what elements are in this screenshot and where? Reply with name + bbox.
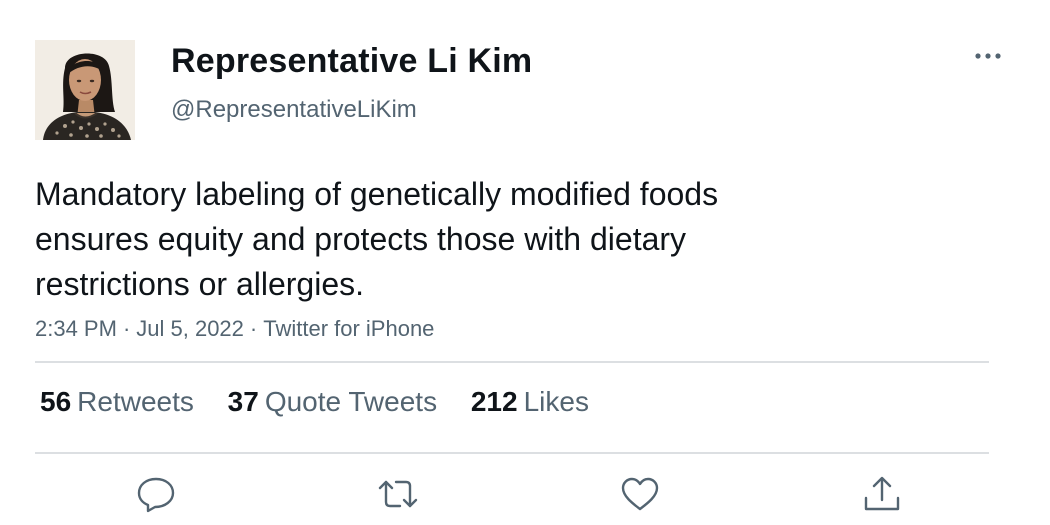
tweet-date[interactable]: Jul 5, 2022	[136, 316, 244, 341]
reply-icon	[137, 477, 175, 513]
quote-tweets-label: Quote Tweets	[264, 386, 438, 417]
meta-separator: ·	[122, 316, 131, 341]
retweets-count: 56	[40, 386, 72, 417]
divider-bottom	[35, 452, 989, 454]
retweets-label: Retweets	[77, 386, 194, 417]
author-display-name[interactable]: Representative Li Kim	[171, 42, 532, 81]
avatar[interactable]	[35, 40, 135, 140]
like-button[interactable]	[618, 474, 662, 514]
tweet-text: Mandatory labeling of genetically modifi…	[35, 176, 719, 302]
likes-stat[interactable]: 212 Likes	[471, 386, 589, 418]
more-options-button[interactable]	[970, 42, 1006, 70]
retweet-icon	[378, 480, 418, 508]
author-handle[interactable]: @RepresentativeLiKim	[171, 96, 417, 124]
retweet-button[interactable]	[376, 474, 420, 514]
tweet-source[interactable]: Twitter for iPhone	[263, 316, 434, 341]
meta-separator: ·	[249, 316, 258, 341]
retweets-stat[interactable]: 56 Retweets	[40, 386, 194, 418]
tweet-time[interactable]: 2:34 PM	[35, 316, 117, 341]
quote-tweets-count: 37	[227, 386, 259, 417]
share-button[interactable]	[860, 474, 904, 514]
profile-photo-icon	[35, 40, 135, 140]
divider-top	[35, 361, 989, 363]
tweet-card: Representative Li Kim @RepresentativeLiK…	[0, 0, 1050, 525]
heart-icon	[621, 477, 659, 511]
likes-count: 212	[470, 386, 518, 417]
likes-label: Likes	[523, 386, 589, 417]
reply-button[interactable]	[134, 474, 178, 514]
more-horizontal-icon	[975, 53, 1001, 59]
share-icon	[864, 476, 900, 511]
quote-tweets-stat[interactable]: 37 Quote Tweets	[228, 386, 437, 418]
engagement-stats: 56 Retweets 37 Quote Tweets 212 Likes	[40, 386, 615, 418]
tweet-meta: 2:34 PM · Jul 5, 2022 · Twitter for iPhone	[35, 316, 434, 342]
